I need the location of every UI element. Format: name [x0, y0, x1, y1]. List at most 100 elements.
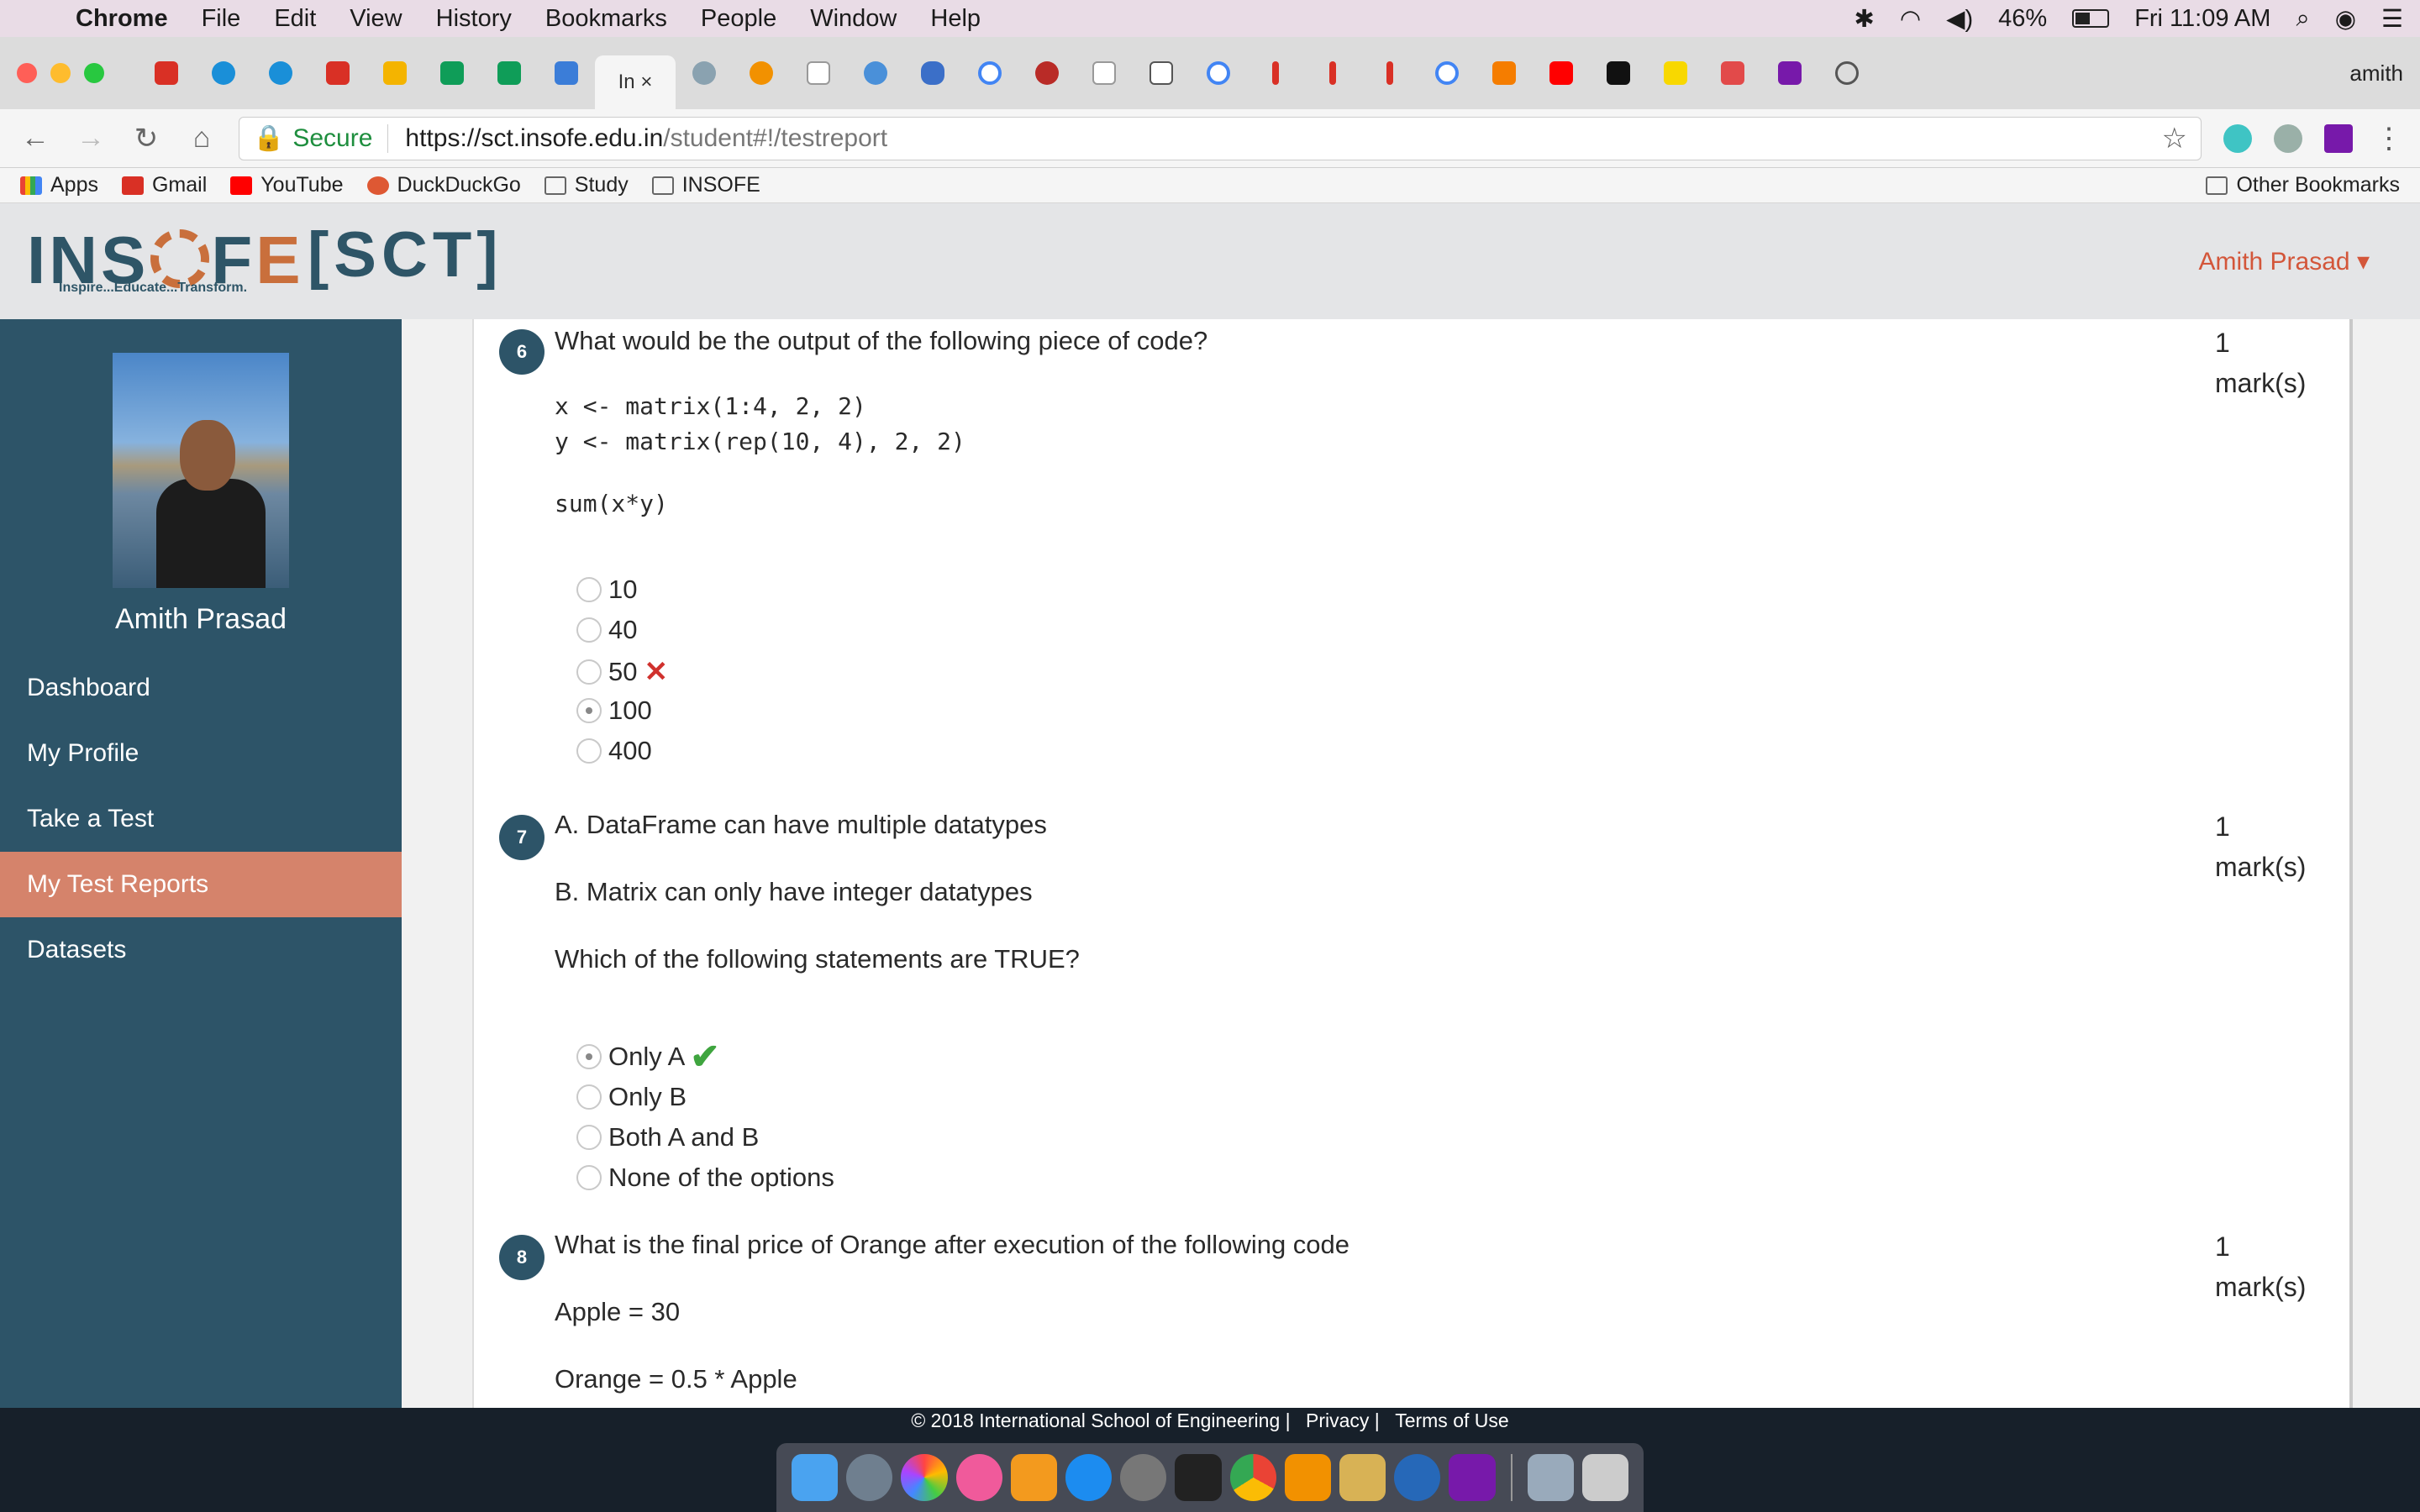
- tab[interactable]: [309, 50, 366, 97]
- reload-icon[interactable]: ↻: [128, 122, 165, 155]
- chrome-icon[interactable]: [1229, 1454, 1276, 1501]
- radio-button[interactable]: [576, 1165, 602, 1190]
- radio-button-selected[interactable]: [576, 698, 602, 723]
- radio-button-selected[interactable]: [576, 1044, 602, 1069]
- tab[interactable]: [1133, 50, 1190, 97]
- r-icon[interactable]: [1394, 1454, 1441, 1501]
- trash-icon[interactable]: [1581, 1454, 1629, 1501]
- onenote-icon[interactable]: [1449, 1454, 1496, 1501]
- menu-history[interactable]: History: [436, 5, 512, 33]
- menu-help[interactable]: Help: [930, 5, 981, 33]
- answer-option[interactable]: 400: [576, 736, 652, 766]
- database-icon[interactable]: [1339, 1454, 1386, 1501]
- tab[interactable]: [676, 50, 733, 97]
- siri-icon[interactable]: ◉: [2335, 4, 2356, 34]
- tab[interactable]: [1704, 50, 1761, 97]
- chrome-menu-icon[interactable]: ⋮: [2375, 122, 2403, 155]
- tab[interactable]: [1818, 50, 1876, 97]
- chrome-profile-name[interactable]: amith: [2349, 60, 2403, 87]
- tab[interactable]: [1247, 50, 1304, 97]
- tab-active[interactable]: In ×: [595, 55, 676, 109]
- menu-edit[interactable]: Edit: [274, 5, 316, 33]
- tab[interactable]: [1304, 50, 1361, 97]
- sidebar-item-my-test-reports[interactable]: My Test Reports: [0, 852, 402, 917]
- answer-option[interactable]: 40: [576, 615, 637, 645]
- bluetooth-icon[interactable]: ✱: [1854, 4, 1875, 34]
- menu-file[interactable]: File: [202, 5, 241, 33]
- sidebar-item-dashboard[interactable]: Dashboard: [0, 655, 402, 721]
- sidebar-item-datasets[interactable]: Datasets: [0, 917, 402, 983]
- finder-icon[interactable]: [792, 1454, 839, 1501]
- battery-icon[interactable]: [2072, 9, 2110, 28]
- forward-arrow-icon[interactable]: →: [72, 122, 109, 155]
- tab[interactable]: [252, 50, 309, 97]
- address-bar[interactable]: 🔒 Secure https://sct.insofe.edu.in /stud…: [239, 116, 2202, 160]
- tab[interactable]: [1361, 50, 1418, 97]
- tab[interactable]: [138, 50, 195, 97]
- tab[interactable]: [904, 50, 961, 97]
- tab[interactable]: [1590, 50, 1647, 97]
- menu-clock[interactable]: Fri 11:09 AM: [2134, 5, 2270, 33]
- bookmark-other[interactable]: Other Bookmarks: [2206, 173, 2400, 197]
- tab[interactable]: [195, 50, 252, 97]
- bookmark-youtube[interactable]: YouTube: [230, 173, 344, 197]
- system-preferences-icon[interactable]: [1120, 1454, 1167, 1501]
- tab[interactable]: [481, 50, 538, 97]
- answer-option[interactable]: Only B: [576, 1082, 687, 1112]
- tab[interactable]: [790, 50, 847, 97]
- menu-bookmarks[interactable]: Bookmarks: [545, 5, 667, 33]
- minimize-window-button[interactable]: [50, 63, 71, 83]
- answer-option[interactable]: Both A and B: [576, 1122, 759, 1152]
- terminal-icon[interactable]: [1175, 1454, 1222, 1501]
- bookmark-star-icon[interactable]: ☆: [2162, 122, 2187, 155]
- radio-button[interactable]: [576, 738, 602, 764]
- tab[interactable]: [538, 50, 595, 97]
- user-dropdown[interactable]: Amith Prasad ▾: [2199, 247, 2370, 276]
- radio-button[interactable]: [576, 617, 602, 643]
- answer-option-selected[interactable]: 100: [576, 696, 652, 726]
- tab[interactable]: [1076, 50, 1133, 97]
- launchpad-icon[interactable]: [846, 1454, 893, 1501]
- tab[interactable]: [961, 50, 1018, 97]
- back-arrow-icon[interactable]: ←: [17, 122, 54, 155]
- extension-icon[interactable]: [2274, 123, 2302, 153]
- extension-icon[interactable]: [2223, 123, 2252, 153]
- zoom-window-button[interactable]: [84, 63, 104, 83]
- tab[interactable]: [1190, 50, 1247, 97]
- ibooks-icon[interactable]: [1010, 1454, 1058, 1501]
- tab[interactable]: [424, 50, 481, 97]
- bookmark-apps[interactable]: Apps: [20, 173, 98, 197]
- tab[interactable]: [1761, 50, 1818, 97]
- onenote-extension-icon[interactable]: [2324, 123, 2353, 153]
- answer-option[interactable]: 10: [576, 575, 637, 605]
- sublime-text-icon[interactable]: [1284, 1454, 1332, 1501]
- close-window-button[interactable]: [17, 63, 37, 83]
- menu-view[interactable]: View: [350, 5, 402, 33]
- spotlight-search-icon[interactable]: ⌕: [2296, 5, 2309, 33]
- bookmark-folder-insofe[interactable]: INSOFE: [651, 173, 760, 197]
- answer-option[interactable]: None of the options: [576, 1163, 834, 1193]
- answer-option-selected[interactable]: Only A ✔: [576, 1039, 720, 1074]
- app-store-icon[interactable]: [1065, 1454, 1113, 1501]
- menu-window[interactable]: Window: [810, 5, 897, 33]
- tab[interactable]: [1533, 50, 1590, 97]
- wifi-icon[interactable]: ◠: [1900, 4, 1921, 34]
- menu-people[interactable]: People: [701, 5, 776, 33]
- footer-terms-link[interactable]: Terms of Use: [1395, 1410, 1508, 1431]
- tab[interactable]: [1018, 50, 1076, 97]
- itunes-icon[interactable]: [955, 1454, 1002, 1501]
- notification-center-icon[interactable]: ☰: [2381, 4, 2403, 34]
- bookmark-folder-study[interactable]: Study: [544, 173, 629, 197]
- tab[interactable]: [1647, 50, 1704, 97]
- answer-option[interactable]: 50 ✕: [576, 655, 668, 689]
- home-icon[interactable]: ⌂: [183, 122, 220, 155]
- tab[interactable]: [847, 50, 904, 97]
- photos-icon[interactable]: [901, 1454, 948, 1501]
- tab[interactable]: [1418, 50, 1476, 97]
- radio-button[interactable]: [576, 577, 602, 602]
- radio-button[interactable]: [576, 659, 602, 685]
- tab[interactable]: [733, 50, 790, 97]
- preview-icon[interactable]: [1527, 1454, 1574, 1501]
- battery-percent[interactable]: 46%: [1998, 5, 2047, 33]
- sidebar-item-take-a-test[interactable]: Take a Test: [0, 786, 402, 852]
